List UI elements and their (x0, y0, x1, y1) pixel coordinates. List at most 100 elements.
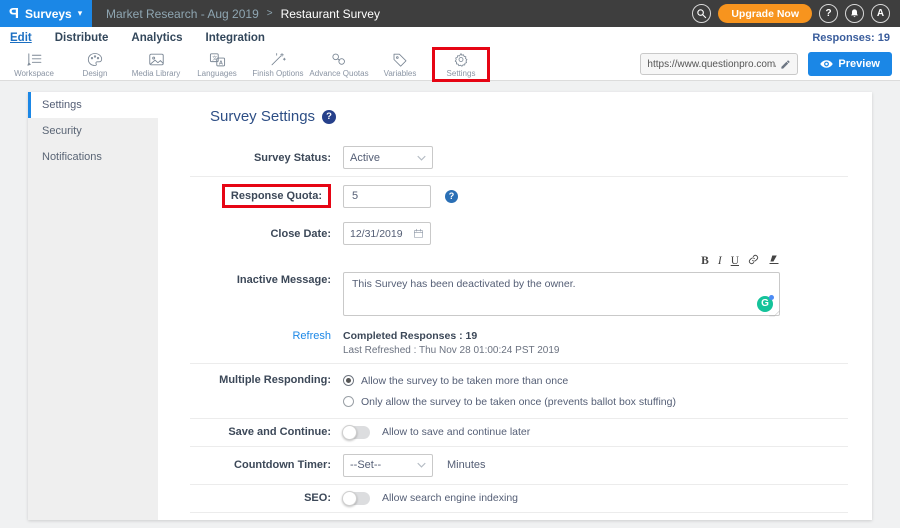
toolbar-item-design[interactable]: Design (69, 50, 121, 79)
preview-label: Preview (838, 58, 880, 70)
inactive-message-field: B I U (343, 254, 780, 321)
toolbar-item-finish-options[interactable]: Finish Options (252, 50, 304, 79)
eye-icon (820, 59, 833, 69)
toolbar-right: Preview (640, 52, 892, 76)
refresh-link[interactable]: Refresh (292, 330, 331, 342)
sidebar-item-settings[interactable]: Settings (28, 92, 158, 118)
chain-links-icon (331, 52, 347, 67)
account-avatar[interactable]: A (871, 4, 890, 23)
grammarly-icon[interactable]: G (757, 296, 773, 312)
palette-icon (87, 52, 103, 67)
breadcrumb-parent[interactable]: Market Research - Aug 2019 (106, 7, 259, 21)
italic-button[interactable]: I (718, 256, 722, 268)
survey-url-input[interactable] (647, 59, 776, 70)
topbar-actions: Upgrade Now ? A (692, 4, 890, 23)
seo-row: SEO: Allow search engine indexing (178, 485, 848, 512)
response-quota-row: Response Quota: ? (178, 177, 848, 215)
inactive-message-row: Inactive Message: B I U (178, 252, 848, 328)
response-quota-label: Response Quota: (231, 190, 322, 202)
help-button[interactable]: ? (819, 4, 838, 23)
bold-button[interactable]: B (701, 256, 709, 268)
tab-analytics[interactable]: Analytics (131, 32, 182, 44)
survey-subnav: Edit Distribute Analytics Integration Re… (0, 27, 900, 48)
response-quota-label-cell: Response Quota: (178, 184, 343, 208)
quota-help-icon[interactable]: ? (445, 190, 458, 203)
preview-button[interactable]: Preview (808, 52, 892, 76)
title-row: Survey Settings ? (210, 108, 848, 125)
breadcrumb-separator: > (267, 8, 273, 19)
remove-format-icon[interactable] (768, 254, 780, 269)
edit-pencil-icon[interactable] (780, 59, 791, 70)
countdown-timer-row: Countdown Timer: --Set-- Minutes (178, 447, 848, 484)
tab-integration[interactable]: Integration (206, 32, 265, 44)
seo-text: Allow search engine indexing (382, 492, 518, 504)
breadcrumb: Market Research - Aug 2019 > Restaurant … (106, 7, 380, 21)
close-date-label: Close Date: (178, 228, 343, 240)
title-help-icon[interactable]: ? (322, 110, 336, 124)
refresh-cell: Refresh (178, 330, 343, 342)
survey-status-select[interactable]: Active (343, 146, 433, 169)
chevron-down-icon (417, 155, 426, 161)
search-button[interactable] (692, 4, 711, 23)
completed-responses: Completed Responses : 19 (343, 330, 559, 342)
tab-distribute[interactable]: Distribute (55, 32, 109, 44)
toolbar-item-media-library[interactable]: Media Library (130, 50, 182, 79)
upgrade-now-button[interactable]: Upgrade Now (718, 4, 812, 23)
response-quota-highlight: Response Quota: (222, 184, 331, 208)
close-date-input[interactable] (350, 228, 413, 240)
radio-checked-icon[interactable] (343, 375, 354, 386)
survey-status-value: Active (350, 152, 417, 164)
tag-icon (392, 52, 408, 67)
response-quota-input[interactable] (343, 185, 431, 208)
radio-option-multiple[interactable]: Allow the survey to be taken more than o… (343, 375, 676, 387)
toolbar-item-advance-quotas[interactable]: Advance Quotas (313, 50, 365, 79)
page-title: Survey Settings (210, 108, 315, 125)
survey-url-box (640, 53, 798, 75)
responses-count[interactable]: Responses: 19 (812, 32, 890, 44)
editor-toolbar: B I U (343, 254, 780, 269)
avatar-initial: A (877, 8, 884, 19)
inactive-message-label: Inactive Message: (178, 254, 343, 286)
settings-form: Survey Status: Active Response Quota: ? (178, 139, 848, 520)
inactive-message-textarea[interactable]: This Survey has been deactivated by the … (343, 272, 780, 316)
toolbar-item-variables[interactable]: Variables (374, 50, 426, 79)
question-mark-icon: ? (825, 8, 831, 19)
chevron-down-icon: ▾ (78, 8, 83, 19)
workspace-icon (26, 52, 43, 67)
surveys-menu[interactable]: P Surveys ▾ (0, 0, 92, 27)
survey-status-row: Survey Status: Active (178, 139, 848, 176)
gear-icon (453, 52, 469, 67)
save-row: Save Changes (178, 513, 848, 521)
close-date-row: Close Date: (178, 215, 848, 252)
toggle-knob (342, 425, 357, 440)
close-date-field (343, 222, 431, 245)
translate-icon: 文 A (209, 52, 226, 67)
magic-wand-icon (270, 52, 286, 67)
chevron-down-icon (417, 462, 426, 468)
search-icon (696, 8, 707, 19)
seo-label: SEO: (178, 492, 343, 504)
multiple-responding-row: Multiple Responding: Allow the survey to… (178, 364, 848, 418)
seo-toggle[interactable] (343, 492, 370, 505)
toolbar-item-settings[interactable]: Settings (435, 50, 487, 79)
radio-option-once[interactable]: Only allow the survey to be taken once (… (343, 396, 676, 408)
sidebar-item-notifications[interactable]: Notifications (28, 144, 158, 170)
underline-button[interactable]: U (731, 256, 739, 268)
countdown-timer-label: Countdown Timer: (178, 459, 343, 471)
radio-unchecked-icon[interactable] (343, 396, 354, 407)
questionpro-logo-icon: P (9, 6, 19, 21)
toolbar-item-workspace[interactable]: Workspace (8, 50, 60, 79)
inactive-message-wrap: This Survey has been deactivated by the … (343, 272, 780, 321)
tab-edit[interactable]: Edit (10, 32, 32, 44)
page-body: Settings Security Notifications Survey S… (0, 81, 900, 528)
notifications-button[interactable] (845, 4, 864, 23)
link-icon[interactable] (748, 254, 759, 269)
calendar-icon[interactable] (413, 228, 424, 239)
settings-card: Settings Security Notifications Survey S… (28, 92, 872, 520)
save-continue-toggle[interactable] (343, 426, 370, 439)
sidebar-item-security[interactable]: Security (28, 118, 158, 144)
save-continue-row: Save and Continue: Allow to save and con… (178, 419, 848, 446)
toolbar-item-languages[interactable]: 文 A Languages (191, 50, 243, 79)
top-navbar: P Surveys ▾ Market Research - Aug 2019 >… (0, 0, 900, 27)
countdown-timer-select[interactable]: --Set-- (343, 454, 433, 477)
